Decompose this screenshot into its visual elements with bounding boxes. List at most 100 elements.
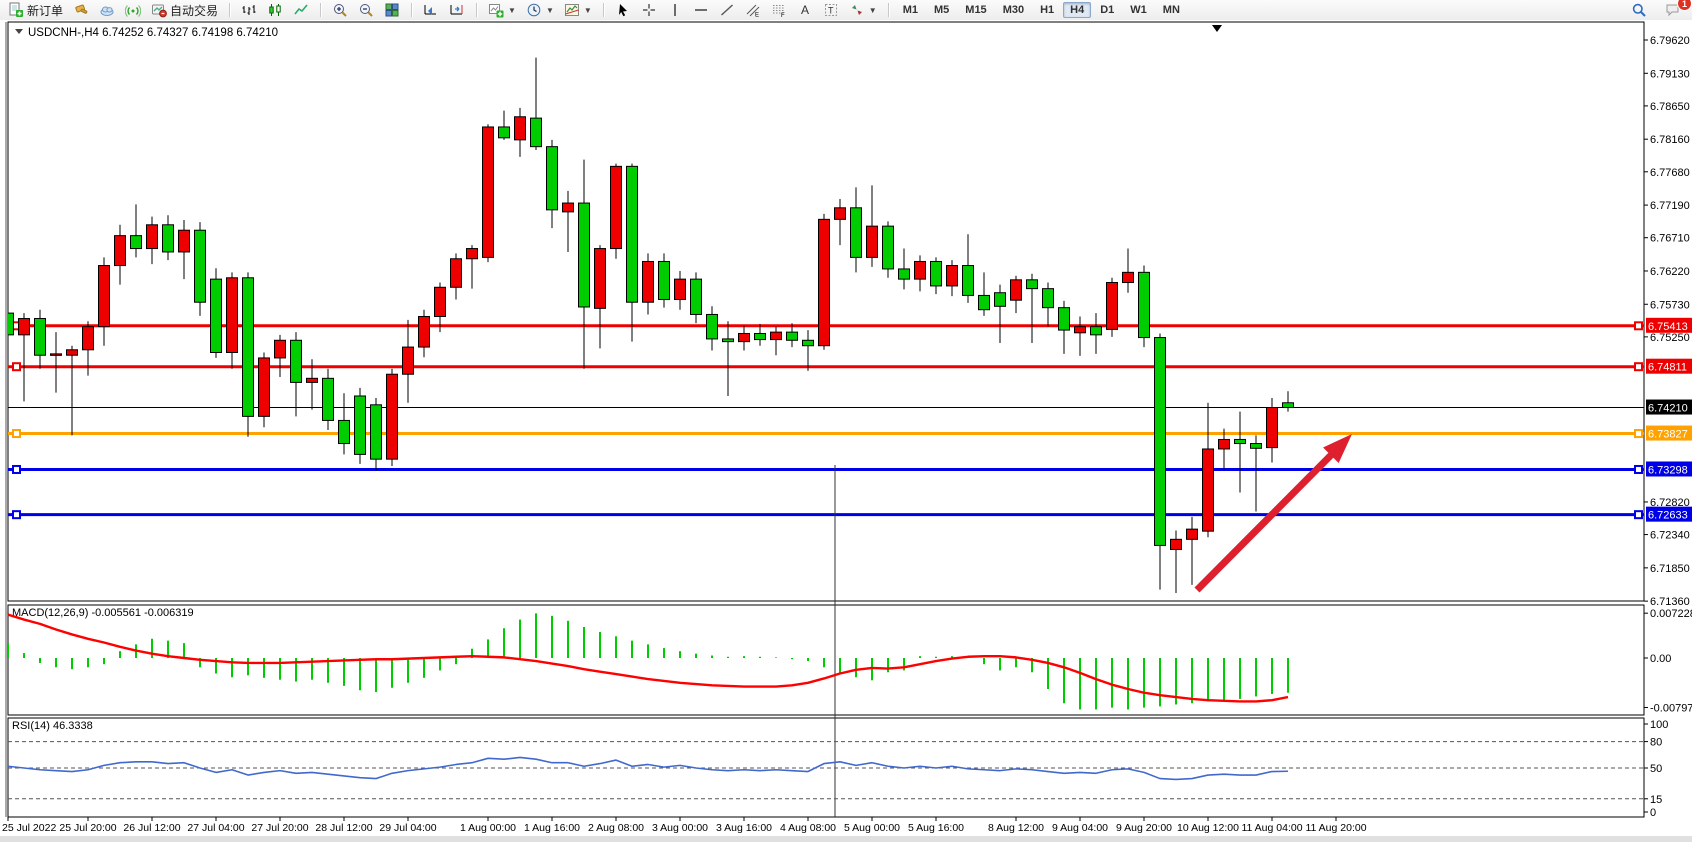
new-order-button[interactable]: 新订单: [3, 0, 68, 21]
crosshair-button[interactable]: [636, 0, 662, 20]
price-badge-label: 6.75413: [1648, 321, 1688, 333]
candle-body: [595, 249, 606, 309]
window-bottom-edge: [0, 836, 1692, 842]
candle-body: [515, 117, 526, 140]
vertical-line-button[interactable]: [662, 0, 688, 20]
time-tick-label: 29 Jul 04:00: [379, 822, 436, 834]
auto-scroll-icon: [423, 2, 439, 18]
channel-button[interactable]: E: [740, 0, 766, 20]
chevron-down-icon[interactable]: ▼: [546, 6, 554, 15]
tile-windows-button[interactable]: [379, 0, 405, 20]
candle-body: [1059, 308, 1070, 330]
candle-body: [243, 278, 254, 417]
candle-body: [355, 396, 366, 454]
time-tick-label: 27 Jul 04:00: [187, 822, 244, 834]
candle-body: [627, 166, 638, 302]
cloud-button[interactable]: [94, 0, 120, 20]
timeframe-W1-button[interactable]: W1: [1123, 2, 1154, 18]
candle-body: [195, 230, 206, 302]
price-tick-label: 6.72340: [1650, 530, 1690, 542]
candle-body: [691, 279, 702, 314]
text-button[interactable]: A: [792, 0, 818, 20]
timeframe-M30-button[interactable]: M30: [996, 2, 1031, 18]
horizontal-line-button[interactable]: [688, 0, 714, 20]
time-tick-label: 27 Jul 20:00: [251, 822, 308, 834]
fibonacci-button[interactable]: F: [766, 0, 792, 20]
candle-body: [499, 127, 510, 138]
signal-button[interactable]: [120, 0, 146, 20]
timeframe-H1-button[interactable]: H1: [1033, 2, 1061, 18]
price-tick-label: 6.76220: [1650, 266, 1690, 278]
rsi-tick-label: 15: [1650, 794, 1662, 806]
chevron-down-icon[interactable]: ▼: [869, 6, 877, 15]
toolbar-separator: [603, 3, 604, 17]
price-badge-label: 6.73298: [1648, 464, 1688, 476]
gavel-button[interactable]: [68, 0, 94, 20]
line-drag-handle[interactable]: [13, 466, 20, 473]
auto-scroll-button[interactable]: [418, 0, 444, 20]
line-drag-handle[interactable]: [13, 430, 20, 437]
timeframe-MN-button[interactable]: MN: [1156, 2, 1187, 18]
line-drag-handle[interactable]: [13, 511, 20, 518]
search-button[interactable]: [1626, 0, 1652, 20]
candle-body: [467, 249, 478, 259]
signal-icon: [125, 2, 141, 18]
candle-body: [131, 236, 142, 249]
candle-body: [659, 261, 670, 299]
chevron-down-icon[interactable]: ▼: [508, 6, 516, 15]
timeframe-H4-button[interactable]: H4: [1063, 2, 1091, 18]
line-drag-handle[interactable]: [1635, 511, 1642, 518]
line-chart-button[interactable]: [288, 0, 314, 20]
toolbar-group-draw-tools: EFAT ▼: [607, 0, 885, 20]
new-order-icon: [8, 2, 24, 18]
chevron-down-icon[interactable]: ▼: [584, 6, 592, 15]
period-clock-button[interactable]: ▼: [521, 0, 559, 20]
line-drag-handle[interactable]: [1635, 430, 1642, 437]
timeframe-D1-button[interactable]: D1: [1093, 2, 1121, 18]
line-drag-handle[interactable]: [1635, 363, 1642, 370]
zoom-out-button[interactable]: [353, 0, 379, 20]
timeframe-M1-button[interactable]: M1: [896, 2, 925, 18]
timeframe-M5-button[interactable]: M5: [927, 2, 956, 18]
chart-shift-button[interactable]: [444, 0, 470, 20]
new-chart-button[interactable]: ▼: [483, 0, 521, 20]
candle-body: [1235, 439, 1246, 443]
trendline-button[interactable]: [714, 0, 740, 20]
line-drag-handle[interactable]: [13, 363, 20, 370]
cursor-button[interactable]: [610, 0, 636, 20]
search-icon: [1631, 2, 1647, 18]
toolbar-separator: [320, 3, 321, 17]
template-button[interactable]: ▼: [559, 0, 597, 20]
toolbar-group-chart-type: [233, 0, 317, 20]
line-drag-handle[interactable]: [1635, 322, 1642, 329]
time-tick-label: 2 Aug 08:00: [588, 822, 644, 834]
timeframe-M15-button[interactable]: M15: [958, 2, 993, 18]
candle-body: [1075, 327, 1086, 333]
candlestick-icon: [267, 2, 283, 18]
candle-body: [931, 261, 942, 285]
toolbar-group-scroll: [415, 0, 473, 20]
rsi-tick-label: 50: [1650, 763, 1662, 775]
time-tick-label: 5 Aug 00:00: [844, 822, 900, 834]
time-tick-label: 11 Aug 20:00: [1305, 822, 1366, 834]
trendline-icon: [719, 2, 735, 18]
candle-body: [547, 147, 558, 210]
arrows-button[interactable]: ▼: [844, 0, 882, 20]
bar-chart-button[interactable]: [236, 0, 262, 20]
candlestick-button[interactable]: [262, 0, 288, 20]
candle-body: [435, 287, 446, 316]
comment-button[interactable]: 1: [1660, 0, 1686, 20]
svg-text:T: T: [828, 6, 834, 16]
candle-body: [323, 378, 334, 420]
notification-badge: 1: [1677, 0, 1692, 11]
period-clock-icon: [526, 2, 542, 18]
candle-body: [643, 261, 654, 302]
candle-body: [1123, 272, 1134, 282]
autotrade-button[interactable]: 自动交易: [146, 0, 223, 21]
line-drag-handle[interactable]: [1635, 466, 1642, 473]
rsi-tick-label: 100: [1650, 719, 1668, 731]
price-tick-label: 6.78160: [1650, 134, 1690, 146]
text-label-button[interactable]: T: [818, 0, 844, 20]
zoom-in-button[interactable]: [327, 0, 353, 20]
vertical-line-icon: [667, 2, 683, 18]
